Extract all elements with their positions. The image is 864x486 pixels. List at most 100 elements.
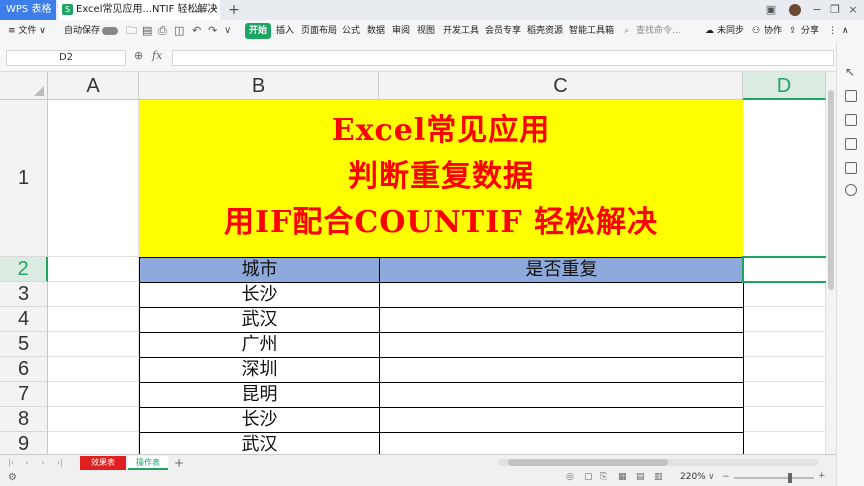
city-cell[interactable]: 武汉	[139, 307, 380, 333]
macro-icon[interactable]: ⚙	[8, 472, 17, 483]
autosave-toggle[interactable]	[102, 27, 118, 35]
duplicate-cell[interactable]	[379, 382, 744, 408]
tab-formulas[interactable]: 公式	[342, 20, 360, 42]
cell-d8[interactable]	[743, 407, 826, 432]
style-icon[interactable]	[845, 114, 857, 126]
minimize-icon[interactable]: −	[810, 0, 824, 20]
reading-view-icon[interactable]: ▥	[654, 472, 663, 482]
cell-d4[interactable]	[743, 307, 826, 332]
horizontal-scrollbar[interactable]	[498, 459, 818, 466]
horizontal-scroll-thumb[interactable]	[508, 459, 668, 466]
first-sheet-icon[interactable]: |‹	[6, 456, 16, 470]
restore-icon[interactable]: ❐	[828, 0, 842, 20]
fx-icon[interactable]: fx	[152, 49, 162, 62]
preview-icon[interactable]: ◫	[174, 20, 184, 42]
print-icon[interactable]: ⎙	[158, 20, 167, 42]
print-preview-icon[interactable]: ⎘	[600, 472, 607, 482]
pin-icon[interactable]: ▭	[195, 0, 207, 20]
window-layout-icon[interactable]: ▣	[764, 0, 778, 20]
spreadsheet-grid[interactable]: A B C D 1 2 3 4 5 6 7 8 9 Excel常见应用 判断重复…	[0, 72, 826, 454]
vertical-scrollbar[interactable]	[826, 72, 836, 454]
shape-icon[interactable]	[845, 138, 857, 150]
city-cell[interactable]: 深圳	[139, 357, 380, 383]
more-icon[interactable]: ⋮	[828, 20, 837, 42]
cell-a3[interactable]	[48, 282, 139, 307]
vertical-scroll-thumb[interactable]	[828, 90, 834, 290]
active-cell-d2[interactable]	[742, 256, 826, 283]
add-sheet-icon[interactable]: +	[172, 456, 186, 470]
row-header-8[interactable]: 8	[0, 407, 48, 432]
cell-d1[interactable]	[743, 100, 826, 257]
collapse-ribbon-icon[interactable]: ∧	[842, 20, 849, 42]
city-cell[interactable]: 昆明	[139, 382, 380, 408]
cell-a1[interactable]	[48, 100, 139, 257]
column-header-a[interactable]: A	[48, 72, 139, 100]
tab-view[interactable]: 视图	[417, 20, 435, 42]
new-tab-icon[interactable]: +	[226, 0, 242, 20]
cell-a2[interactable]	[48, 257, 139, 282]
cell-a4[interactable]	[48, 307, 139, 332]
row-header-2[interactable]: 2	[0, 257, 48, 282]
city-cell[interactable]: 广州	[139, 332, 380, 358]
open-icon[interactable]: 🗀	[126, 20, 137, 42]
row-header-3[interactable]: 3	[0, 282, 48, 307]
tab-member[interactable]: 会员专享	[485, 20, 521, 42]
cell-a9[interactable]	[48, 432, 139, 454]
close-tab-icon[interactable]: ×	[208, 0, 220, 20]
save-icon[interactable]: ▤	[142, 20, 152, 42]
formula-input[interactable]	[172, 50, 834, 66]
close-window-icon[interactable]: ×	[846, 0, 860, 20]
tab-insert[interactable]: 插入	[276, 20, 294, 42]
row-header-6[interactable]: 6	[0, 357, 48, 382]
backup-icon[interactable]	[845, 184, 857, 196]
command-search[interactable]: 查找命令...	[636, 20, 681, 42]
undo-icon[interactable]: ↶	[192, 20, 201, 42]
cell-d7[interactable]	[743, 382, 826, 407]
city-cell[interactable]: 武汉	[139, 432, 380, 454]
collab-button[interactable]: 协作	[764, 20, 782, 42]
column-header-b[interactable]: B	[139, 72, 379, 100]
zoom-slider-handle[interactable]	[788, 473, 792, 483]
city-cell[interactable]: 长沙	[139, 282, 380, 308]
select-all-corner[interactable]	[0, 72, 48, 100]
row-header-4[interactable]: 4	[0, 307, 48, 332]
normal-view-icon[interactable]: ▦	[618, 472, 627, 482]
cell-a7[interactable]	[48, 382, 139, 407]
zoom-formula-icon[interactable]: ⊕	[134, 49, 143, 62]
duplicate-cell[interactable]	[379, 407, 744, 433]
row-header-7[interactable]: 7	[0, 382, 48, 407]
cell-a5[interactable]	[48, 332, 139, 357]
sync-status[interactable]: 未同步	[717, 20, 744, 42]
duplicate-cell[interactable]	[379, 357, 744, 383]
cell-d9[interactable]	[743, 432, 826, 454]
next-sheet-icon[interactable]: ›	[38, 456, 48, 470]
zoom-out-icon[interactable]: −	[722, 472, 730, 482]
properties-icon[interactable]	[845, 90, 857, 102]
page-break-view-icon[interactable]: ▤	[636, 472, 645, 482]
duplicate-cell[interactable]	[379, 307, 744, 333]
select-pointer-icon[interactable]: ↖	[845, 66, 857, 78]
wps-logo[interactable]: WPS 表格	[0, 0, 56, 20]
zoom-dropdown-icon[interactable]: ∨	[708, 472, 715, 482]
avatar[interactable]	[788, 0, 802, 20]
row-header-9[interactable]: 9	[0, 432, 48, 454]
row-header-1[interactable]: 1	[0, 100, 48, 257]
city-cell[interactable]: 长沙	[139, 407, 380, 433]
column-header-d[interactable]: D	[743, 72, 826, 100]
duplicate-cell[interactable]	[379, 282, 744, 308]
zoom-slider[interactable]	[734, 473, 814, 483]
column-header-c[interactable]: C	[379, 72, 743, 100]
cell-d3[interactable]	[743, 282, 826, 307]
tab-smart-tools[interactable]: 智能工具箱	[569, 20, 614, 42]
cell-d5[interactable]	[743, 332, 826, 357]
eye-protection-icon[interactable]: ◎	[566, 472, 574, 482]
file-menu[interactable]: ≡ 文件 ∨	[8, 20, 46, 42]
share-button[interactable]: 分享	[801, 20, 819, 42]
tab-data[interactable]: 数据	[367, 20, 385, 42]
header-is-duplicate[interactable]: 是否重复	[379, 257, 744, 283]
more-quick-icon[interactable]: ∨	[224, 20, 231, 42]
tab-docer[interactable]: 稻壳资源	[527, 20, 563, 42]
duplicate-cell[interactable]	[379, 332, 744, 358]
sheet-tab-operation[interactable]: 操作表	[128, 456, 168, 470]
cell-d6[interactable]	[743, 357, 826, 382]
